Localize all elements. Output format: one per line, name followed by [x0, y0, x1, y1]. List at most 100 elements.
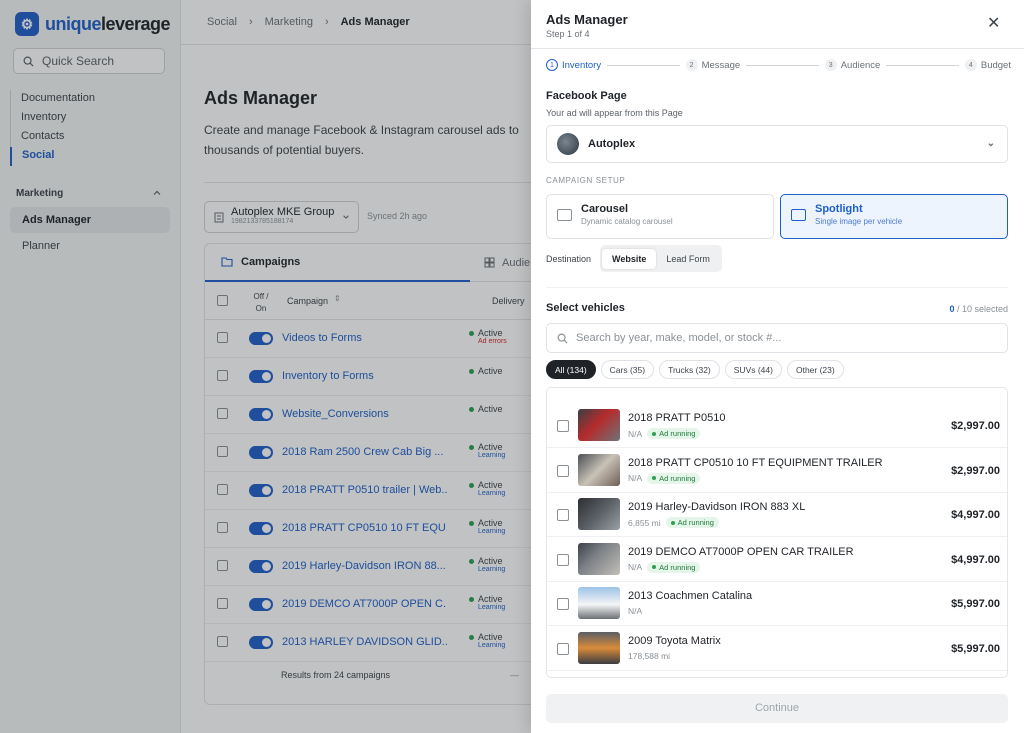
- vehicle-search-input[interactable]: Search by year, make, model, or stock #.…: [546, 323, 1008, 353]
- vehicle-thumbnail: [578, 632, 620, 664]
- step-audience[interactable]: 3 Audience: [824, 59, 881, 71]
- vehicle-row[interactable]: 2018 PRATT P0510 N/A Ad running $2,997.00: [547, 403, 1007, 448]
- vehicle-thumbnail: [578, 409, 620, 441]
- vehicle-mileage: 6,855 mi: [628, 517, 661, 528]
- vehicle-price: $4,997.00: [951, 509, 1000, 522]
- destination-lead-form[interactable]: Lead Form: [656, 249, 720, 269]
- spotlight-option[interactable]: Spotlight Single image per vehicle: [780, 194, 1008, 239]
- carousel-title: Carousel: [581, 203, 629, 215]
- select-vehicles-label: Select vehicles: [546, 302, 625, 314]
- facebook-page-label: Facebook Page: [546, 90, 627, 102]
- drawer-title: Ads Manager: [546, 12, 628, 27]
- image-icon: [791, 209, 806, 221]
- vehicle-mileage: N/A: [628, 428, 643, 439]
- vehicle-name: 2013 Coachmen Catalina: [628, 590, 753, 603]
- spotlight-title: Spotlight: [815, 203, 863, 215]
- step-label: Budget: [980, 59, 1011, 71]
- vehicle-price: $2,997.00: [951, 464, 1000, 477]
- campaign-setup-caption: CAMPAIGN SETUP: [546, 176, 626, 185]
- vehicle-checkbox[interactable]: [557, 553, 569, 566]
- vehicle-thumbnail: [578, 498, 620, 531]
- ad-running-label: Ad running: [659, 473, 696, 483]
- ad-running-badge: Ad running: [647, 561, 701, 573]
- app-root: ⚙ uniqueleverage Quick Search Documentat…: [0, 0, 1024, 733]
- facebook-page-hint: Your ad will appear from this Page: [546, 108, 683, 118]
- vehicle-name: 2018 PRATT CP0510 10 FT EQUIPMENT TRAILE…: [628, 456, 883, 469]
- vehicle-checkbox[interactable]: [557, 420, 569, 432]
- vehicle-filter-chips: All (134) Cars (35) Trucks (32) SUVs (44…: [546, 360, 844, 379]
- carousel-subtitle: Dynamic catalog carousel: [581, 217, 673, 226]
- vehicle-checkbox[interactable]: [557, 598, 569, 611]
- vehicle-row[interactable]: 2009 Toyota Matrix 178,588 mi $5,997.00: [547, 626, 1007, 671]
- vehicle-mileage: N/A: [628, 606, 643, 617]
- step-inventory[interactable]: 1 Inventory: [546, 59, 601, 71]
- step-number: 2: [685, 59, 698, 71]
- vehicle-mileage: N/A: [628, 562, 643, 573]
- drawer-divider: [531, 48, 1024, 49]
- chip-suvs[interactable]: SUVs (44): [724, 360, 782, 379]
- chevron-down-icon: ⌄: [986, 138, 995, 149]
- destination-website[interactable]: Website: [602, 248, 657, 269]
- ad-running-label: Ad running: [677, 518, 714, 528]
- ad-running-label: Ad running: [659, 429, 696, 438]
- vehicle-row[interactable]: 2011 Jeep Grand Cherokee: [547, 671, 1007, 677]
- vehicle-meta: N/A Ad running: [628, 428, 701, 439]
- vehicle-checkbox[interactable]: [557, 643, 569, 655]
- vehicle-thumbnail: [578, 542, 620, 575]
- status-dot: [670, 520, 675, 525]
- vehicle-row[interactable]: 2013 Coachmen Catalina N/A $5,997.00: [547, 581, 1007, 627]
- vehicle-list[interactable]: 2018 PRATT P0510 N/A Ad running $2,997.00 20…: [546, 387, 1008, 678]
- step-number: 4: [964, 59, 977, 71]
- chip-cars[interactable]: Cars (35): [600, 360, 655, 379]
- status-dot: [652, 565, 657, 570]
- status-dot: [652, 476, 657, 481]
- step-label: Audience: [840, 59, 881, 71]
- vehicle-mileage: 178,588 mi: [628, 651, 671, 661]
- stepper: 1 Inventory 2 Message 3 Audience 4 Budget: [546, 57, 1011, 73]
- vehicle-mileage: N/A: [628, 473, 643, 484]
- step-budget[interactable]: 4 Budget: [964, 59, 1011, 71]
- step-number: 1: [546, 59, 558, 71]
- step-connector: [607, 64, 680, 66]
- step-message[interactable]: 2 Message: [685, 59, 741, 71]
- vehicle-row[interactable]: 2018 PRATT CP0510 10 FT EQUIPMENT TRAILE…: [547, 448, 1007, 493]
- vehicle-row[interactable]: 2019 Harley-Davidson IRON 883 XL 6,855 mi…: [547, 492, 1007, 538]
- spotlight-subtitle: Single image per vehicle: [815, 217, 903, 226]
- carousel-option[interactable]: Carousel Dynamic catalog carousel: [546, 194, 774, 239]
- vehicle-search-placeholder: Search by year, make, model, or stock #.…: [576, 332, 782, 344]
- chip-trucks[interactable]: Trucks (32): [659, 360, 720, 379]
- facebook-page-value: Autoplex: [588, 138, 636, 150]
- ad-running-badge: Ad running: [665, 517, 719, 529]
- chip-all[interactable]: All (134): [546, 360, 596, 379]
- drawer-step: Step 1 of 4: [546, 29, 590, 39]
- vehicle-checkbox[interactable]: [557, 464, 569, 477]
- vehicle-name: 2019 Harley-Davidson IRON 883 XL: [628, 501, 806, 514]
- page-avatar: [557, 133, 579, 155]
- ad-running-badge: Ad running: [647, 428, 701, 439]
- selected-total: / 10 selected: [954, 304, 1008, 314]
- vehicle-price: $4,997.00: [951, 553, 1000, 566]
- destination-toggle: Website Lead Form: [600, 245, 722, 272]
- continue-button[interactable]: Continue: [546, 694, 1008, 723]
- step-connector: [746, 64, 819, 66]
- close-icon[interactable]: ✕: [987, 16, 1000, 32]
- status-dot: [652, 431, 657, 436]
- vehicle-price: $5,997.00: [951, 643, 1000, 655]
- step-connector: [886, 64, 959, 66]
- chip-other[interactable]: Other (23): [786, 360, 844, 379]
- vehicle-row[interactable]: 2019 DEMCO AT7000P OPEN CAR TRAILER N/A Ad…: [547, 537, 1007, 582]
- vehicle-name: 2018 PRATT P0510: [628, 412, 726, 424]
- carousel-icon: [557, 209, 572, 221]
- step-label: Inventory: [562, 59, 602, 71]
- modal-backdrop[interactable]: [0, 0, 531, 733]
- divider: [546, 287, 1008, 288]
- ads-manager-drawer: Ads Manager Step 1 of 4 ✕ 1 Inventory 2 Me…: [531, 0, 1024, 733]
- step-number: 3: [824, 59, 837, 71]
- facebook-page-select[interactable]: Autoplex ⌄: [546, 125, 1008, 163]
- ad-running-label: Ad running: [659, 562, 696, 572]
- step-label: Message: [701, 59, 741, 71]
- search-icon: [557, 333, 568, 344]
- vehicle-checkbox[interactable]: [557, 509, 569, 522]
- vehicle-meta: N/A: [628, 606, 642, 616]
- vehicle-thumbnail: [578, 676, 620, 677]
